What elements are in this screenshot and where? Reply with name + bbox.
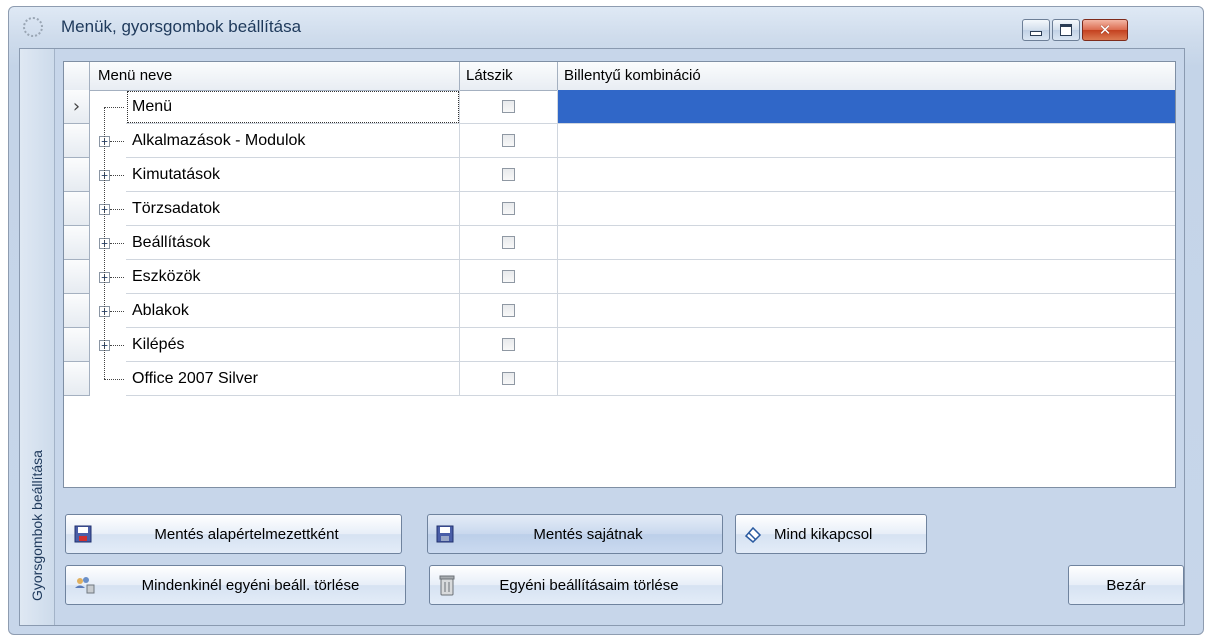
key-combination-cell[interactable] [558, 260, 1175, 294]
column-header-menu-name[interactable]: Menü neve [90, 62, 460, 90]
minimize-icon [1030, 31, 1042, 36]
visible-checkbox[interactable] [502, 270, 515, 283]
save-own-label: Mentés sajátnak [533, 525, 643, 543]
row-indicator[interactable]: › [64, 90, 90, 124]
table-row[interactable]: Ablakok [64, 294, 1175, 328]
close-label: Bezár [1106, 576, 1146, 594]
menu-name-cell[interactable]: Törzsadatok [126, 192, 460, 226]
users-trash-icon [75, 577, 95, 594]
delete-everyones-settings-button[interactable]: Mindenkinél egyéni beáll. törlése [65, 565, 406, 605]
column-header-key-combination[interactable]: Billentyű kombináció [558, 62, 1175, 90]
close-button[interactable]: Bezár [1068, 565, 1184, 605]
menu-name-cell[interactable]: Kimutatások [126, 158, 460, 192]
eraser-icon [744, 526, 762, 543]
menu-name-cell[interactable]: Menü [126, 90, 460, 124]
key-combination-cell[interactable] [558, 158, 1175, 192]
maximize-button[interactable] [1052, 19, 1080, 41]
visible-checkbox[interactable] [502, 134, 515, 147]
table-row[interactable]: Törzsadatok [64, 192, 1175, 226]
menu-grid[interactable]: Menü neve Látszik Billentyű kombináció +… [63, 61, 1176, 488]
save-own-button[interactable]: Mentés sajátnak [427, 514, 723, 554]
client-area: Gyorsgombok beállítása Menü neve Látszik… [19, 48, 1185, 626]
table-row[interactable]: Kimutatások [64, 158, 1175, 192]
side-tab-label: Gyorsgombok beállítása [29, 450, 45, 601]
column-header-visible[interactable]: Látszik [460, 62, 558, 90]
table-row[interactable]: › Menü [64, 90, 1175, 124]
main-panel: Menü neve Látszik Billentyű kombináció +… [55, 49, 1184, 625]
delete-my-settings-label: Egyéni beállításaim törlése [499, 576, 679, 594]
visible-checkbox[interactable] [502, 304, 515, 317]
menu-name-cell[interactable]: Beállítások [126, 226, 460, 260]
row-indicator[interactable] [64, 158, 90, 192]
table-row[interactable]: Eszközök [64, 260, 1175, 294]
key-combination-cell[interactable] [558, 328, 1175, 362]
key-combination-cell[interactable] [558, 362, 1175, 396]
menu-name-cell[interactable]: Alkalmazások - Modulok [126, 124, 460, 158]
app-icon [23, 17, 43, 37]
trash-icon [439, 575, 455, 596]
window-title: Menük, gyorsgombok beállítása [61, 17, 302, 36]
visible-cell [460, 192, 558, 226]
delete-everyones-settings-label: Mindenkinél egyéni beáll. törlése [141, 576, 360, 594]
save-as-default-label: Mentés alapértelmezettként [154, 525, 339, 543]
grid-header: Menü neve Látszik Billentyű kombináció [64, 62, 1175, 91]
save-as-default-button[interactable]: Mentés alapértelmezettként [65, 514, 402, 554]
floppy-default-icon [74, 525, 92, 543]
row-indicator[interactable] [64, 362, 90, 396]
menu-name-cell[interactable]: Office 2007 Silver [126, 362, 460, 396]
maximize-icon [1060, 24, 1072, 36]
visible-cell [460, 124, 558, 158]
title-bar[interactable]: Menük, gyorsgombok beállítása ✕ [9, 7, 1203, 47]
visible-cell [460, 226, 558, 260]
key-combination-cell[interactable] [558, 294, 1175, 328]
visible-checkbox[interactable] [502, 236, 515, 249]
visible-checkbox[interactable] [502, 202, 515, 215]
visible-cell [460, 90, 558, 124]
visible-checkbox[interactable] [502, 100, 515, 113]
close-icon: ✕ [1098, 21, 1112, 39]
key-combination-cell[interactable] [558, 226, 1175, 260]
visible-cell [460, 328, 558, 362]
row-indicator[interactable] [64, 226, 90, 260]
table-row[interactable]: Alkalmazások - Modulok [64, 124, 1175, 158]
visible-cell [460, 294, 558, 328]
disable-all-button[interactable]: Mind kikapcsol [735, 514, 927, 554]
visible-cell [460, 158, 558, 192]
visible-cell [460, 362, 558, 396]
row-indicator[interactable] [64, 294, 90, 328]
row-indicator[interactable] [64, 328, 90, 362]
minimize-button[interactable] [1022, 19, 1050, 41]
key-combination-cell[interactable] [558, 124, 1175, 158]
table-row[interactable]: Office 2007 Silver [64, 362, 1175, 396]
close-window-button[interactable]: ✕ [1082, 19, 1128, 41]
table-row[interactable]: Kilépés [64, 328, 1175, 362]
disable-all-label: Mind kikapcsol [774, 525, 873, 543]
settings-window: Menük, gyorsgombok beállítása ✕ Gyorsgom… [8, 6, 1204, 635]
menu-name-cell[interactable]: Ablakok [126, 294, 460, 328]
delete-my-settings-button[interactable]: Egyéni beállításaim törlése [429, 565, 723, 605]
header-corner [64, 62, 90, 90]
side-tab-shortcut-settings[interactable]: Gyorsgombok beállítása [20, 49, 55, 625]
key-combination-cell[interactable] [558, 192, 1175, 226]
floppy-icon [436, 525, 454, 543]
row-indicator[interactable] [64, 192, 90, 226]
menu-name-cell[interactable]: Eszközök [126, 260, 460, 294]
visible-checkbox[interactable] [502, 372, 515, 385]
visible-cell [460, 260, 558, 294]
row-indicator[interactable] [64, 260, 90, 294]
menu-name-cell[interactable]: Kilépés [126, 328, 460, 362]
key-combination-cell[interactable] [558, 90, 1175, 124]
table-row[interactable]: Beállítások [64, 226, 1175, 260]
visible-checkbox[interactable] [502, 338, 515, 351]
visible-checkbox[interactable] [502, 168, 515, 181]
row-indicator[interactable] [64, 124, 90, 158]
